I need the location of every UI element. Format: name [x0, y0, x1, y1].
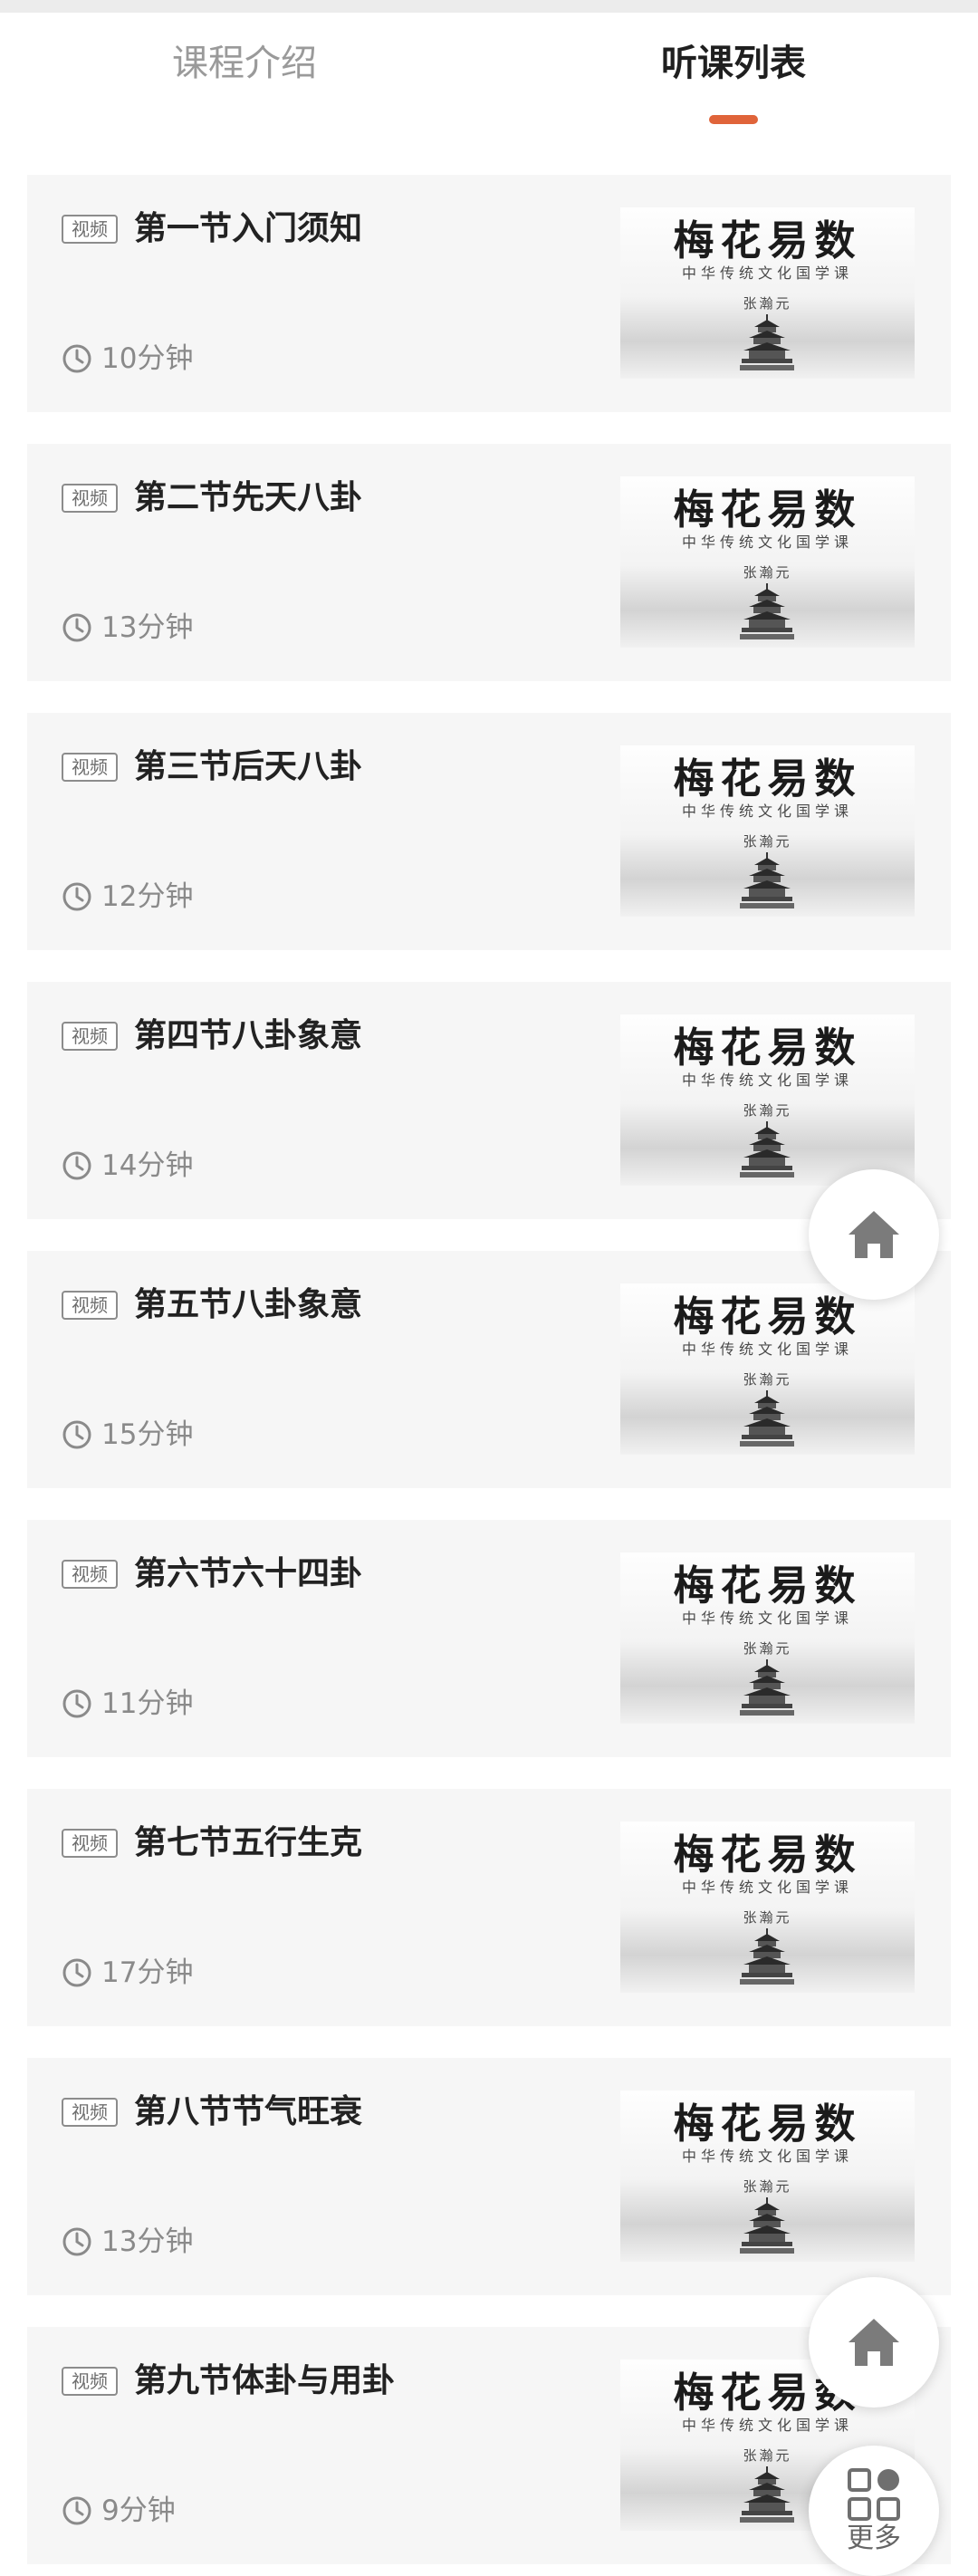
thumbnail-title: 梅花易数: [673, 216, 862, 264]
temple-of-heaven-icon: [740, 583, 794, 639]
top-edge: [0, 0, 978, 13]
tab-lesson-list[interactable]: 听课列表: [489, 38, 978, 89]
thumbnail-author: 张瀚元: [743, 1371, 792, 1388]
thumbnail-author: 张瀚元: [743, 1640, 792, 1657]
thumbnail-subtitle: 中华传统文化国学课: [681, 2148, 853, 2165]
clock-icon: [62, 613, 91, 642]
video-badge: 视频: [62, 1291, 118, 1320]
lesson-thumbnail[interactable]: 梅花易数 中华传统文化国学课 张瀚元: [620, 1821, 915, 1993]
thumbnail-title: 梅花易数: [673, 1293, 862, 1341]
lesson-title: 第二节先天八卦: [134, 479, 363, 516]
lesson-title: 第八节节气旺衰: [134, 2093, 363, 2130]
thumbnail-subtitle: 中华传统文化国学课: [681, 803, 853, 820]
clock-icon: [62, 2227, 91, 2256]
temple-of-heaven-icon: [740, 1928, 794, 1985]
lesson-title: 第一节入门须知: [134, 210, 363, 247]
thumbnail-author: 张瀚元: [743, 2178, 792, 2195]
thumbnail-title: 梅花易数: [673, 755, 862, 803]
lesson-duration: 17分钟: [101, 1956, 194, 1989]
video-badge: 视频: [62, 1022, 118, 1051]
video-badge: 视频: [62, 2098, 118, 2127]
thumbnail-subtitle: 中华传统文化国学课: [681, 264, 853, 282]
tab-course-intro[interactable]: 课程介绍: [0, 38, 489, 89]
thumbnail-subtitle: 中华传统文化国学课: [681, 1879, 853, 1896]
lesson-duration: 10分钟: [101, 342, 194, 375]
video-badge: 视频: [62, 1560, 118, 1589]
thumbnail-title: 梅花易数: [673, 1831, 862, 1879]
clock-icon: [62, 1151, 91, 1180]
temple-of-heaven-icon: [740, 1390, 794, 1447]
video-badge: 视频: [62, 1829, 118, 1858]
lesson-card[interactable]: 视频 第二节先天八卦 13分钟 梅花易数 中华传统文化国学课 张瀚元: [27, 444, 951, 681]
thumbnail-author: 张瀚元: [743, 833, 792, 850]
home-icon: [849, 2319, 899, 2366]
temple-of-heaven-icon: [740, 1659, 794, 1716]
lesson-thumbnail[interactable]: 梅花易数 中华传统文化国学课 张瀚元: [620, 745, 915, 917]
lesson-title: 第六节六十四卦: [134, 1555, 363, 1592]
lesson-title: 第三节后天八卦: [134, 748, 363, 785]
thumbnail-subtitle: 中华传统文化国学课: [681, 2417, 853, 2434]
lesson-card[interactable]: 视频 第八节节气旺衰 13分钟 梅花易数 中华传统文化国学课 张瀚元: [27, 2058, 951, 2295]
thumbnail-subtitle: 中华传统文化国学课: [681, 1610, 853, 1627]
lesson-title: 第四节八卦象意: [134, 1017, 363, 1054]
lesson-duration: 12分钟: [101, 880, 194, 913]
lesson-duration: 13分钟: [101, 2225, 194, 2258]
lesson-thumbnail[interactable]: 梅花易数 中华传统文化国学课 张瀚元: [620, 207, 915, 379]
home-icon: [849, 1211, 899, 1258]
temple-of-heaven-icon: [740, 2466, 794, 2523]
clock-icon: [62, 1689, 91, 1718]
lesson-title: 第七节五行生克: [134, 1824, 363, 1861]
clock-icon: [62, 1958, 91, 1987]
thumbnail-title: 梅花易数: [673, 2100, 862, 2148]
temple-of-heaven-icon: [740, 314, 794, 370]
lesson-thumbnail[interactable]: 梅花易数 中华传统文化国学课 张瀚元: [620, 2091, 915, 2262]
thumbnail-author: 张瀚元: [743, 295, 792, 312]
clock-icon: [62, 1420, 91, 1449]
thumbnail-author: 张瀚元: [743, 1909, 792, 1926]
home-float-button-bottom[interactable]: [809, 2277, 939, 2408]
thumbnail-author: 张瀚元: [743, 1102, 792, 1119]
temple-of-heaven-icon: [740, 1121, 794, 1177]
more-button[interactable]: 更多: [809, 2446, 939, 2576]
temple-of-heaven-icon: [740, 852, 794, 908]
lesson-card[interactable]: 视频 第六节六十四卦 11分钟 梅花易数 中华传统文化国学课 张瀚元: [27, 1520, 951, 1757]
lesson-duration: 15分钟: [101, 1418, 194, 1451]
thumbnail-title: 梅花易数: [673, 485, 862, 533]
video-badge: 视频: [62, 215, 118, 244]
active-tab-indicator: [709, 115, 758, 124]
clock-icon: [62, 882, 91, 911]
video-badge: 视频: [62, 484, 118, 513]
lesson-title: 第九节体卦与用卦: [134, 2362, 396, 2399]
lesson-card[interactable]: 视频 第三节后天八卦 12分钟 梅花易数 中华传统文化国学课 张瀚元: [27, 713, 951, 950]
thumbnail-author: 张瀚元: [743, 564, 792, 581]
temple-of-heaven-icon: [740, 2197, 794, 2254]
thumbnail-subtitle: 中华传统文化国学课: [681, 533, 853, 551]
lesson-title: 第五节八卦象意: [134, 1286, 363, 1323]
clock-icon: [62, 2496, 91, 2525]
lesson-card[interactable]: 视频 第四节八卦象意 14分钟 梅花易数 中华传统文化国学课 张瀚元: [27, 982, 951, 1219]
video-badge: 视频: [62, 2367, 118, 2396]
home-float-button[interactable]: [809, 1169, 939, 1300]
thumbnail-title: 梅花易数: [673, 1562, 862, 1610]
thumbnail-subtitle: 中华传统文化国学课: [681, 1341, 853, 1358]
lesson-duration: 9分钟: [101, 2494, 176, 2527]
lesson-thumbnail[interactable]: 梅花易数 中华传统文化国学课 张瀚元: [620, 476, 915, 648]
lesson-thumbnail[interactable]: 梅花易数 中华传统文化国学课 张瀚元: [620, 1552, 915, 1724]
video-badge: 视频: [62, 753, 118, 782]
more-label: 更多: [847, 2523, 901, 2554]
lesson-duration: 13分钟: [101, 611, 194, 644]
clock-icon: [62, 344, 91, 373]
thumbnail-subtitle: 中华传统文化国学课: [681, 1072, 853, 1089]
lesson-card[interactable]: 视频 第七节五行生克 17分钟 梅花易数 中华传统文化国学课 张瀚元: [27, 1789, 951, 2026]
lesson-duration: 11分钟: [101, 1687, 194, 1720]
lesson-duration: 14分钟: [101, 1149, 194, 1182]
lesson-thumbnail[interactable]: 梅花易数 中华传统文化国学课 张瀚元: [620, 1014, 915, 1186]
lesson-card[interactable]: 视频 第五节八卦象意 15分钟 梅花易数 中华传统文化国学课 张瀚元: [27, 1251, 951, 1488]
lesson-thumbnail[interactable]: 梅花易数 中华传统文化国学课 张瀚元: [620, 1283, 915, 1455]
thumbnail-title: 梅花易数: [673, 1024, 862, 1072]
grid-icon: [848, 2468, 900, 2521]
lesson-card[interactable]: 视频 第一节入门须知 10分钟 梅花易数 中华传统文化国学课 张瀚元: [27, 175, 951, 412]
tab-bar: 课程介绍 听课列表: [0, 13, 978, 149]
